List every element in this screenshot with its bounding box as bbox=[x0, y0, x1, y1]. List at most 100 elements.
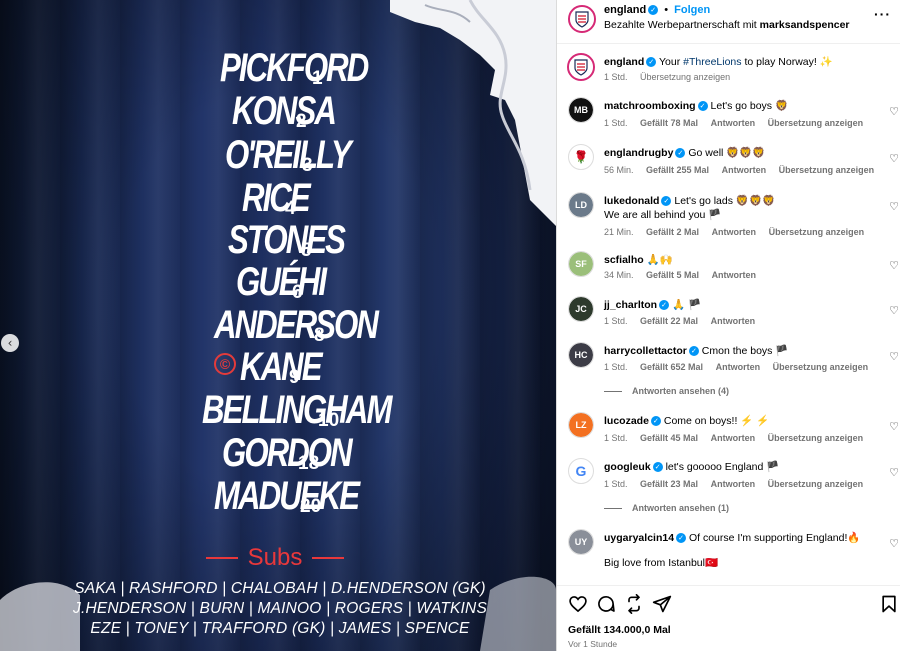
partner-link[interactable]: marksandspencer bbox=[760, 19, 850, 31]
comment-text-line2: We are all behind you 🏴 bbox=[604, 209, 722, 221]
comment-username[interactable]: uygaryalcin14 bbox=[604, 532, 674, 544]
post-timestamp: Vor 1 Stunde bbox=[568, 639, 618, 649]
comment-username[interactable]: lukedonald bbox=[604, 195, 659, 207]
comment-likes[interactable]: Gefällt 22 Mal bbox=[640, 316, 698, 326]
header-username[interactable]: england bbox=[604, 4, 646, 16]
like-heart-icon[interactable] bbox=[568, 594, 588, 614]
caption-time: 1 Std. bbox=[604, 72, 628, 82]
comment-username[interactable]: harrycollettactor bbox=[604, 345, 687, 357]
england-avatar[interactable] bbox=[568, 5, 596, 33]
comment-username[interactable]: englandrugby bbox=[604, 147, 673, 159]
translate-link[interactable]: Übersetzung anzeigen bbox=[779, 165, 875, 175]
player-anderson: ANDERSON 8 bbox=[214, 303, 379, 347]
captain-armband-icon: © bbox=[214, 353, 236, 375]
comment-text: Let's go boys 🦁 bbox=[710, 100, 789, 112]
player-konsa: KONSA 2 bbox=[232, 89, 337, 133]
three-lions-crest-icon bbox=[575, 11, 589, 28]
more-options-icon[interactable]: ··· bbox=[874, 6, 891, 22]
translate-link[interactable]: Übersetzung anzeigen bbox=[769, 227, 865, 237]
view-replies-button[interactable]: Antworten ansehen (4) bbox=[604, 386, 729, 396]
player-oreilly: O'REILLY 3 bbox=[225, 133, 352, 177]
commenter-avatar[interactable]: UY bbox=[568, 529, 594, 555]
comment-likes[interactable]: Gefällt 23 Mal bbox=[640, 479, 698, 489]
reply-button[interactable]: Antworten bbox=[722, 165, 767, 175]
comment-likes[interactable]: Gefällt 652 Mal bbox=[640, 362, 703, 372]
post-actions-bar: Gefällt 134.000,0 Mal Vor 1 Stunde bbox=[557, 585, 900, 651]
send-icon[interactable] bbox=[652, 594, 672, 614]
commenter-avatar[interactable]: G bbox=[568, 458, 594, 484]
player-madueke: MADUEKE 20 bbox=[214, 474, 360, 518]
verified-badge-icon: ✓ bbox=[659, 300, 670, 311]
translate-link[interactable]: Übersetzung anzeigen bbox=[773, 362, 869, 372]
player-rice: RICE 4 bbox=[242, 176, 311, 220]
commenter-avatar[interactable]: MB bbox=[568, 97, 594, 123]
commenter-avatar[interactable]: JC bbox=[568, 296, 594, 322]
comment-like-heart-icon[interactable]: ♡ bbox=[889, 466, 899, 479]
comment-username[interactable]: matchroomboxing bbox=[604, 100, 696, 112]
reply-button[interactable]: Antworten bbox=[711, 118, 756, 128]
comment-like-heart-icon[interactable]: ♡ bbox=[889, 420, 899, 433]
carousel-prev-button[interactable]: ‹ bbox=[1, 334, 19, 352]
paid-partnership-label: Bezahlte Werbepartnerschaft mit marksand… bbox=[604, 19, 850, 31]
england-avatar[interactable] bbox=[567, 53, 595, 81]
translate-link[interactable]: Übersetzung anzeigen bbox=[768, 479, 864, 489]
player-guehi: GUÉHI 6 bbox=[236, 260, 327, 304]
commenter-avatar[interactable]: LD bbox=[568, 192, 594, 218]
comment-like-heart-icon[interactable]: ♡ bbox=[889, 350, 899, 363]
subs-line-3: EZE | TONEY | TRAFFORD (GK) | JAMES | SP… bbox=[90, 620, 470, 637]
comment-likes[interactable]: Gefällt 45 Mal bbox=[640, 433, 698, 443]
comment-username[interactable]: jj_charlton bbox=[604, 299, 657, 311]
comment-likes[interactable]: Gefällt 5 Mal bbox=[646, 270, 699, 280]
translate-link[interactable]: Übersetzung anzeigen bbox=[640, 72, 730, 82]
comment-likes[interactable]: Gefällt 78 Mal bbox=[640, 118, 698, 128]
comment-likes[interactable]: Gefällt 255 Mal bbox=[646, 165, 709, 175]
repost-icon[interactable] bbox=[624, 594, 644, 614]
translate-link[interactable]: Übersetzung anzeigen bbox=[768, 433, 864, 443]
commenter-avatar[interactable]: SF bbox=[568, 251, 594, 277]
view-replies-button[interactable]: Antworten ansehen (1) bbox=[604, 503, 729, 513]
verified-badge-icon: ✓ bbox=[646, 57, 657, 68]
comment-username[interactable]: googleuk bbox=[604, 461, 651, 473]
comment-like-heart-icon[interactable]: ♡ bbox=[889, 152, 899, 165]
verified-badge-icon: ✓ bbox=[697, 101, 708, 112]
comment-like-heart-icon[interactable]: ♡ bbox=[889, 537, 899, 550]
comment-like-heart-icon[interactable]: ♡ bbox=[889, 304, 899, 317]
player-stones: STONES 5 bbox=[228, 218, 346, 262]
verified-badge-icon: ✓ bbox=[675, 148, 686, 159]
comments-list[interactable]: england ✓ Your #ThreeLions to play Norway… bbox=[557, 45, 900, 585]
likes-count[interactable]: Gefällt 134.000,0 Mal bbox=[568, 624, 671, 636]
comment-text: let's gooooo England 🏴 bbox=[665, 461, 780, 473]
reply-button[interactable]: Antworten bbox=[711, 479, 756, 489]
comment-text: 🙏 🏴 bbox=[672, 299, 702, 311]
post-header: england ✓ • Folgen Bezahlte Werbepartners… bbox=[557, 0, 900, 44]
commenter-avatar[interactable]: HC bbox=[568, 342, 594, 368]
comment-likes[interactable]: Gefällt 2 Mal bbox=[646, 227, 699, 237]
hashtag-link[interactable]: #ThreeLions bbox=[683, 56, 741, 68]
bookmark-icon[interactable] bbox=[879, 594, 899, 614]
caption-username[interactable]: england bbox=[604, 56, 644, 68]
reply-button[interactable]: Antworten bbox=[716, 362, 761, 372]
comment-text-line2: Big love from Istanbul🇹🇷 bbox=[604, 557, 719, 569]
verified-badge-icon: ✓ bbox=[648, 5, 659, 16]
reply-button[interactable]: Antworten bbox=[711, 433, 756, 443]
follow-button[interactable]: Folgen bbox=[674, 4, 710, 16]
comment-icon[interactable] bbox=[596, 594, 616, 614]
comment-username[interactable]: lucozade bbox=[604, 415, 649, 427]
comment-text: Go well 🦁🦁🦁 bbox=[688, 147, 766, 159]
verified-badge-icon: ✓ bbox=[688, 346, 699, 357]
comment-like-heart-icon[interactable]: ♡ bbox=[889, 259, 899, 272]
player-kane: KANE 9 bbox=[240, 345, 323, 389]
commenter-avatar[interactable]: 🌹 bbox=[568, 144, 594, 170]
reply-button[interactable]: Antworten bbox=[712, 227, 757, 237]
comment-like-heart-icon[interactable]: ♡ bbox=[889, 105, 899, 118]
translate-link[interactable]: Übersetzung anzeigen bbox=[768, 118, 864, 128]
post-image[interactable]: PICKFORD 1 KONSA 2 O'REILLY 3 RICE 4 STONES 5… bbox=[0, 0, 556, 651]
subs-line-1: SAKA | RASHFORD | CHALOBAH | D.HENDERSON… bbox=[74, 580, 486, 597]
comment-username[interactable]: scfialho bbox=[604, 254, 644, 266]
commenter-avatar[interactable]: LZ bbox=[568, 412, 594, 438]
reply-button[interactable]: Antworten bbox=[712, 270, 757, 280]
reply-button[interactable]: Antworten bbox=[711, 316, 756, 326]
comment-like-heart-icon[interactable]: ♡ bbox=[889, 200, 899, 213]
three-lions-crest-icon bbox=[574, 59, 588, 76]
verified-badge-icon: ✓ bbox=[650, 416, 661, 427]
